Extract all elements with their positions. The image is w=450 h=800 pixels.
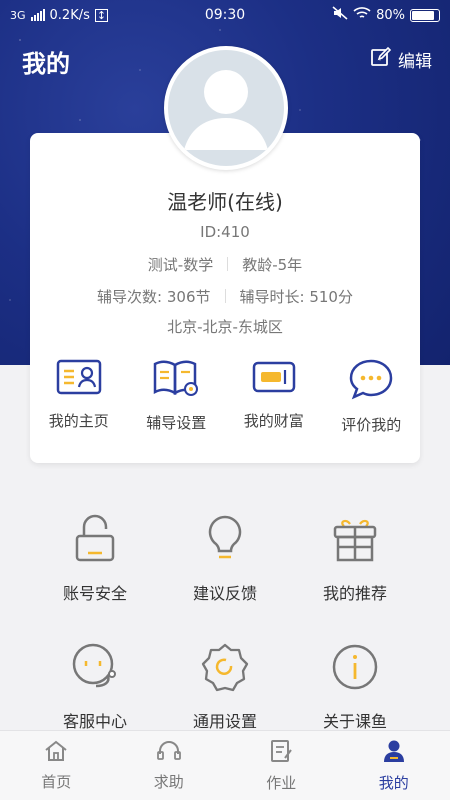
- menu-label: 客服中心: [62, 712, 127, 731]
- info-icon: [330, 642, 380, 696]
- signal-icon: [30, 9, 45, 21]
- mute-icon: [332, 6, 348, 24]
- teacher-name: 温老师(在线): [167, 190, 283, 214]
- menu-label: 建议反馈: [192, 584, 257, 603]
- session-count: 辅导次数: 306节: [97, 288, 211, 306]
- tab-help[interactable]: 求助: [113, 731, 226, 800]
- battery-icon: [410, 8, 440, 22]
- teaching-age: 教龄-5年: [242, 256, 303, 274]
- my-wealth-button[interactable]: 我的财富: [225, 358, 323, 435]
- status-bar: 3G 0.2K/s ↕ 09:30 80%: [0, 0, 450, 30]
- customer-service-button[interactable]: 客服中心: [20, 642, 170, 732]
- headset-icon: [70, 642, 120, 696]
- card-actions: 我的主页 辅导设置 我的财富 评价我的: [30, 358, 420, 435]
- id-card-icon: [56, 358, 102, 400]
- tab-label: 首页: [41, 773, 72, 791]
- feedback-button[interactable]: 建议反馈: [150, 514, 300, 604]
- tab-home[interactable]: 首页: [0, 731, 113, 800]
- tab-homework[interactable]: 作业: [225, 731, 338, 800]
- tab-mine[interactable]: 我的: [338, 731, 450, 800]
- location: 北京-北京-东城区: [167, 318, 283, 336]
- divider: [227, 257, 229, 271]
- session-duration: 辅导时长: 510分: [239, 288, 353, 306]
- sync-icon: ↕: [94, 8, 109, 22]
- headset-icon: [156, 739, 182, 767]
- gift-icon: [332, 514, 378, 568]
- teacher-id: ID:410: [200, 223, 250, 241]
- tab-label: 作业: [266, 774, 297, 792]
- my-recommendations-button[interactable]: 我的推荐: [280, 514, 430, 604]
- account-security-button[interactable]: 账号安全: [20, 514, 170, 604]
- subject: 测试-数学: [147, 256, 214, 274]
- divider: [224, 289, 226, 303]
- home-icon: [43, 739, 69, 767]
- avatar-placeholder-icon: [184, 70, 268, 150]
- stats-row: 辅导次数: 306节 辅导时长: 510分: [0, 286, 450, 307]
- person-icon: [381, 738, 407, 768]
- my-homepage-button[interactable]: 我的主页: [30, 358, 128, 435]
- settings-icon: [200, 642, 250, 696]
- tutoring-settings-button[interactable]: 辅导设置: [128, 358, 226, 435]
- menu-label: 我的推荐: [322, 584, 387, 603]
- network-type: 3G: [10, 8, 26, 22]
- book-gear-icon: [152, 358, 200, 402]
- card-action-label: 我的主页: [48, 412, 109, 430]
- battery-percent: 80%: [376, 7, 405, 23]
- avatar[interactable]: [164, 46, 288, 170]
- lightbulb-icon: [205, 514, 245, 568]
- chat-bubble-icon: [348, 358, 394, 404]
- general-settings-button[interactable]: 通用设置: [150, 642, 300, 732]
- edit-button[interactable]: 编辑: [370, 46, 432, 73]
- subject-row: 测试-数学 教龄-5年: [0, 254, 450, 275]
- edit-icon: [370, 46, 392, 73]
- card-action-label: 评价我的: [341, 416, 402, 434]
- card-action-label: 我的财富: [243, 412, 304, 430]
- my-reviews-button[interactable]: 评价我的: [323, 358, 421, 435]
- wallet-icon: [251, 358, 297, 400]
- page-title: 我的: [22, 50, 70, 78]
- menu-label: 通用设置: [192, 712, 257, 731]
- clock: 09:30: [204, 7, 246, 23]
- edit-label: 编辑: [398, 52, 432, 72]
- menu-label: 账号安全: [62, 584, 127, 603]
- homework-icon: [268, 738, 294, 768]
- tab-label: 我的: [378, 774, 409, 792]
- wifi-icon: [353, 6, 371, 24]
- lock-icon: [73, 514, 117, 568]
- menu-label: 关于课鱼: [322, 712, 387, 731]
- bottom-tab-bar: 首页 求助 作业 我的: [0, 730, 450, 800]
- network-speed: 0.2K/s: [49, 7, 90, 23]
- about-button[interactable]: 关于课鱼: [280, 642, 430, 732]
- card-action-label: 辅导设置: [146, 414, 207, 432]
- tab-label: 求助: [153, 773, 184, 791]
